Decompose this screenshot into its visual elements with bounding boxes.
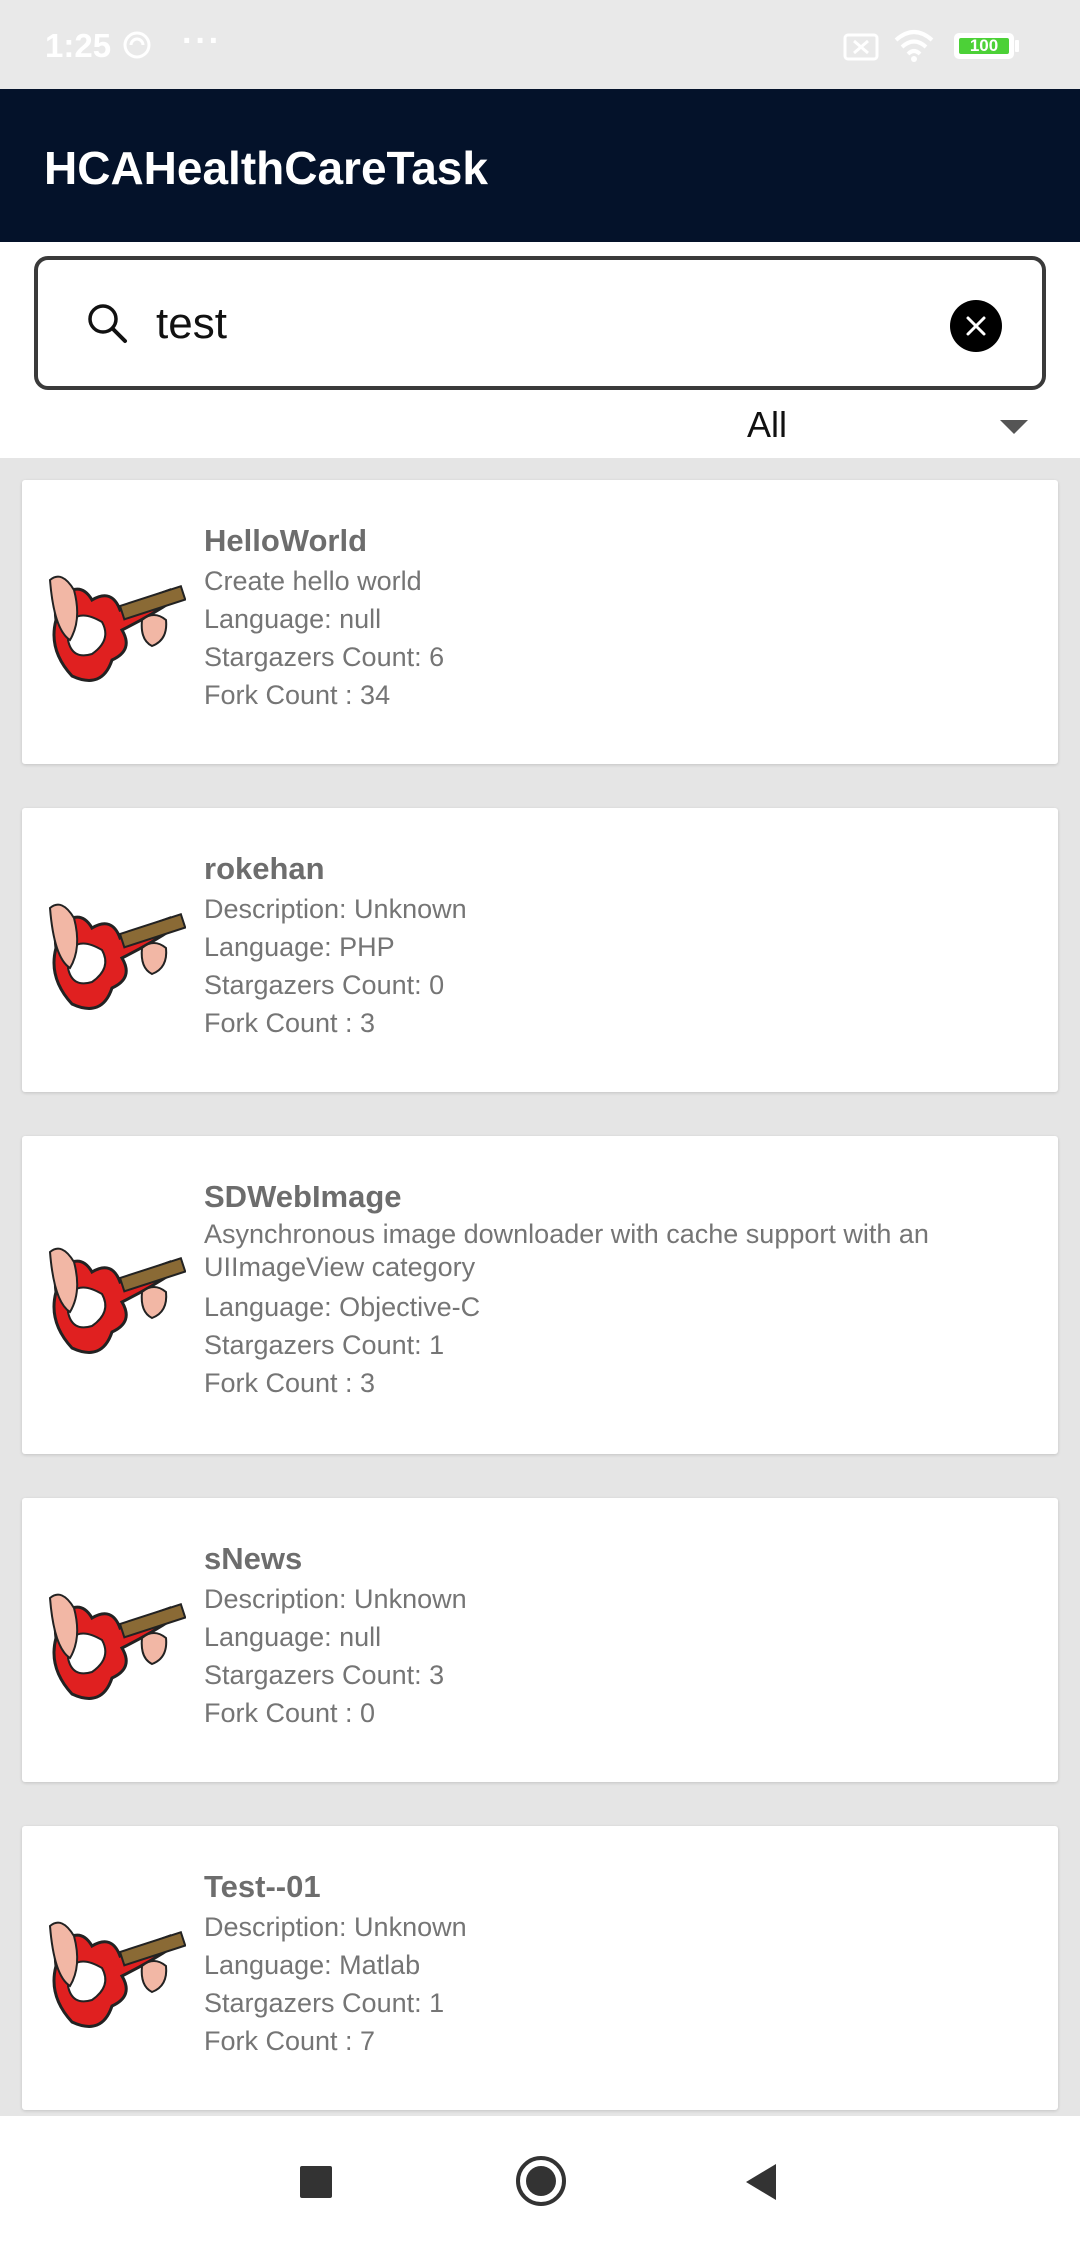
search-area: All xyxy=(0,242,1080,458)
repo-language: Language: PHP xyxy=(204,932,395,962)
repo-forks: Fork Count : 3 xyxy=(204,1008,376,1038)
home-button[interactable] xyxy=(516,2156,566,2206)
guitar-avatar-icon xyxy=(42,550,187,695)
repo-forks: Fork Count : 7 xyxy=(204,2026,376,2056)
repo-name: sNews xyxy=(204,1541,303,1576)
repo-stargazers: Stargazers Count: 6 xyxy=(204,642,445,672)
repo-description: Asynchronous image downloader with cache… xyxy=(204,1219,929,1282)
repo-name: SDWebImage xyxy=(204,1179,402,1214)
repo-forks: Fork Count : 0 xyxy=(204,1698,376,1728)
repo-description: Description: Unknown xyxy=(204,1584,467,1614)
repo-forks: Fork Count : 3 xyxy=(204,1368,376,1398)
repo-card[interactable]: Test--01 Description: Unknown Language: … xyxy=(22,1826,1058,2110)
repo-language: Language: null xyxy=(204,604,382,634)
battery-icon: 100 xyxy=(954,33,1014,59)
repo-name: rokehan xyxy=(204,851,325,886)
wifi-icon xyxy=(893,28,935,67)
repo-stargazers: Stargazers Count: 0 xyxy=(204,970,445,1000)
repo-stargazers: Stargazers Count: 1 xyxy=(204,1330,445,1360)
battery-tip xyxy=(1015,40,1019,52)
more-notifications-icon: ··· xyxy=(182,22,222,60)
recents-button[interactable] xyxy=(300,2166,332,2198)
app-bar: HCAHealthCareTask xyxy=(0,89,1080,242)
repo-forks: Fork Count : 34 xyxy=(204,680,391,710)
repo-card[interactable]: SDWebImage Asynchronous image downloader… xyxy=(22,1136,1058,1454)
clear-search-button[interactable] xyxy=(950,300,1002,352)
do-not-disturb-icon xyxy=(122,30,152,65)
repo-language: Language: null xyxy=(204,1622,382,1652)
repo-stargazers: Stargazers Count: 1 xyxy=(204,1988,445,2018)
status-time: 1:25 xyxy=(45,27,112,64)
repo-name: Test--01 xyxy=(204,1869,321,1904)
search-input[interactable] xyxy=(156,294,936,354)
filter-selected-value: All xyxy=(747,404,788,445)
search-box[interactable] xyxy=(34,256,1046,390)
guitar-avatar-icon xyxy=(42,878,187,1023)
guitar-avatar-icon xyxy=(42,1568,187,1713)
guitar-avatar-icon xyxy=(42,1222,187,1367)
system-nav-bar xyxy=(0,2116,1080,2246)
home-icon xyxy=(526,2166,556,2196)
status-bar: 1:25 ··· 100 xyxy=(0,0,1080,89)
sim-icon xyxy=(843,33,879,66)
repo-card[interactable]: sNews Description: Unknown Language: nul… xyxy=(22,1498,1058,1782)
chevron-down-icon xyxy=(1000,420,1028,434)
filter-dropdown[interactable]: All xyxy=(740,402,1040,452)
repo-description: Create hello world xyxy=(204,566,422,596)
repo-card[interactable]: rokehan Description: Unknown Language: P… xyxy=(22,808,1058,1092)
repo-description: Description: Unknown xyxy=(204,1912,467,1942)
back-button[interactable] xyxy=(746,2164,776,2200)
app-title: HCAHealthCareTask xyxy=(44,142,488,194)
repo-name: HelloWorld xyxy=(204,523,368,558)
repo-stargazers: Stargazers Count: 3 xyxy=(204,1660,445,1690)
repo-language: Language: Objective-C xyxy=(204,1292,481,1322)
search-icon xyxy=(86,302,128,349)
close-icon xyxy=(966,316,986,336)
guitar-avatar-icon xyxy=(42,1896,187,2041)
repo-description: Description: Unknown xyxy=(204,894,467,924)
battery-level: 100 xyxy=(959,37,1009,54)
repo-language: Language: Matlab xyxy=(204,1950,421,1980)
repo-card[interactable]: HelloWorld Create hello world Language: … xyxy=(22,480,1058,764)
